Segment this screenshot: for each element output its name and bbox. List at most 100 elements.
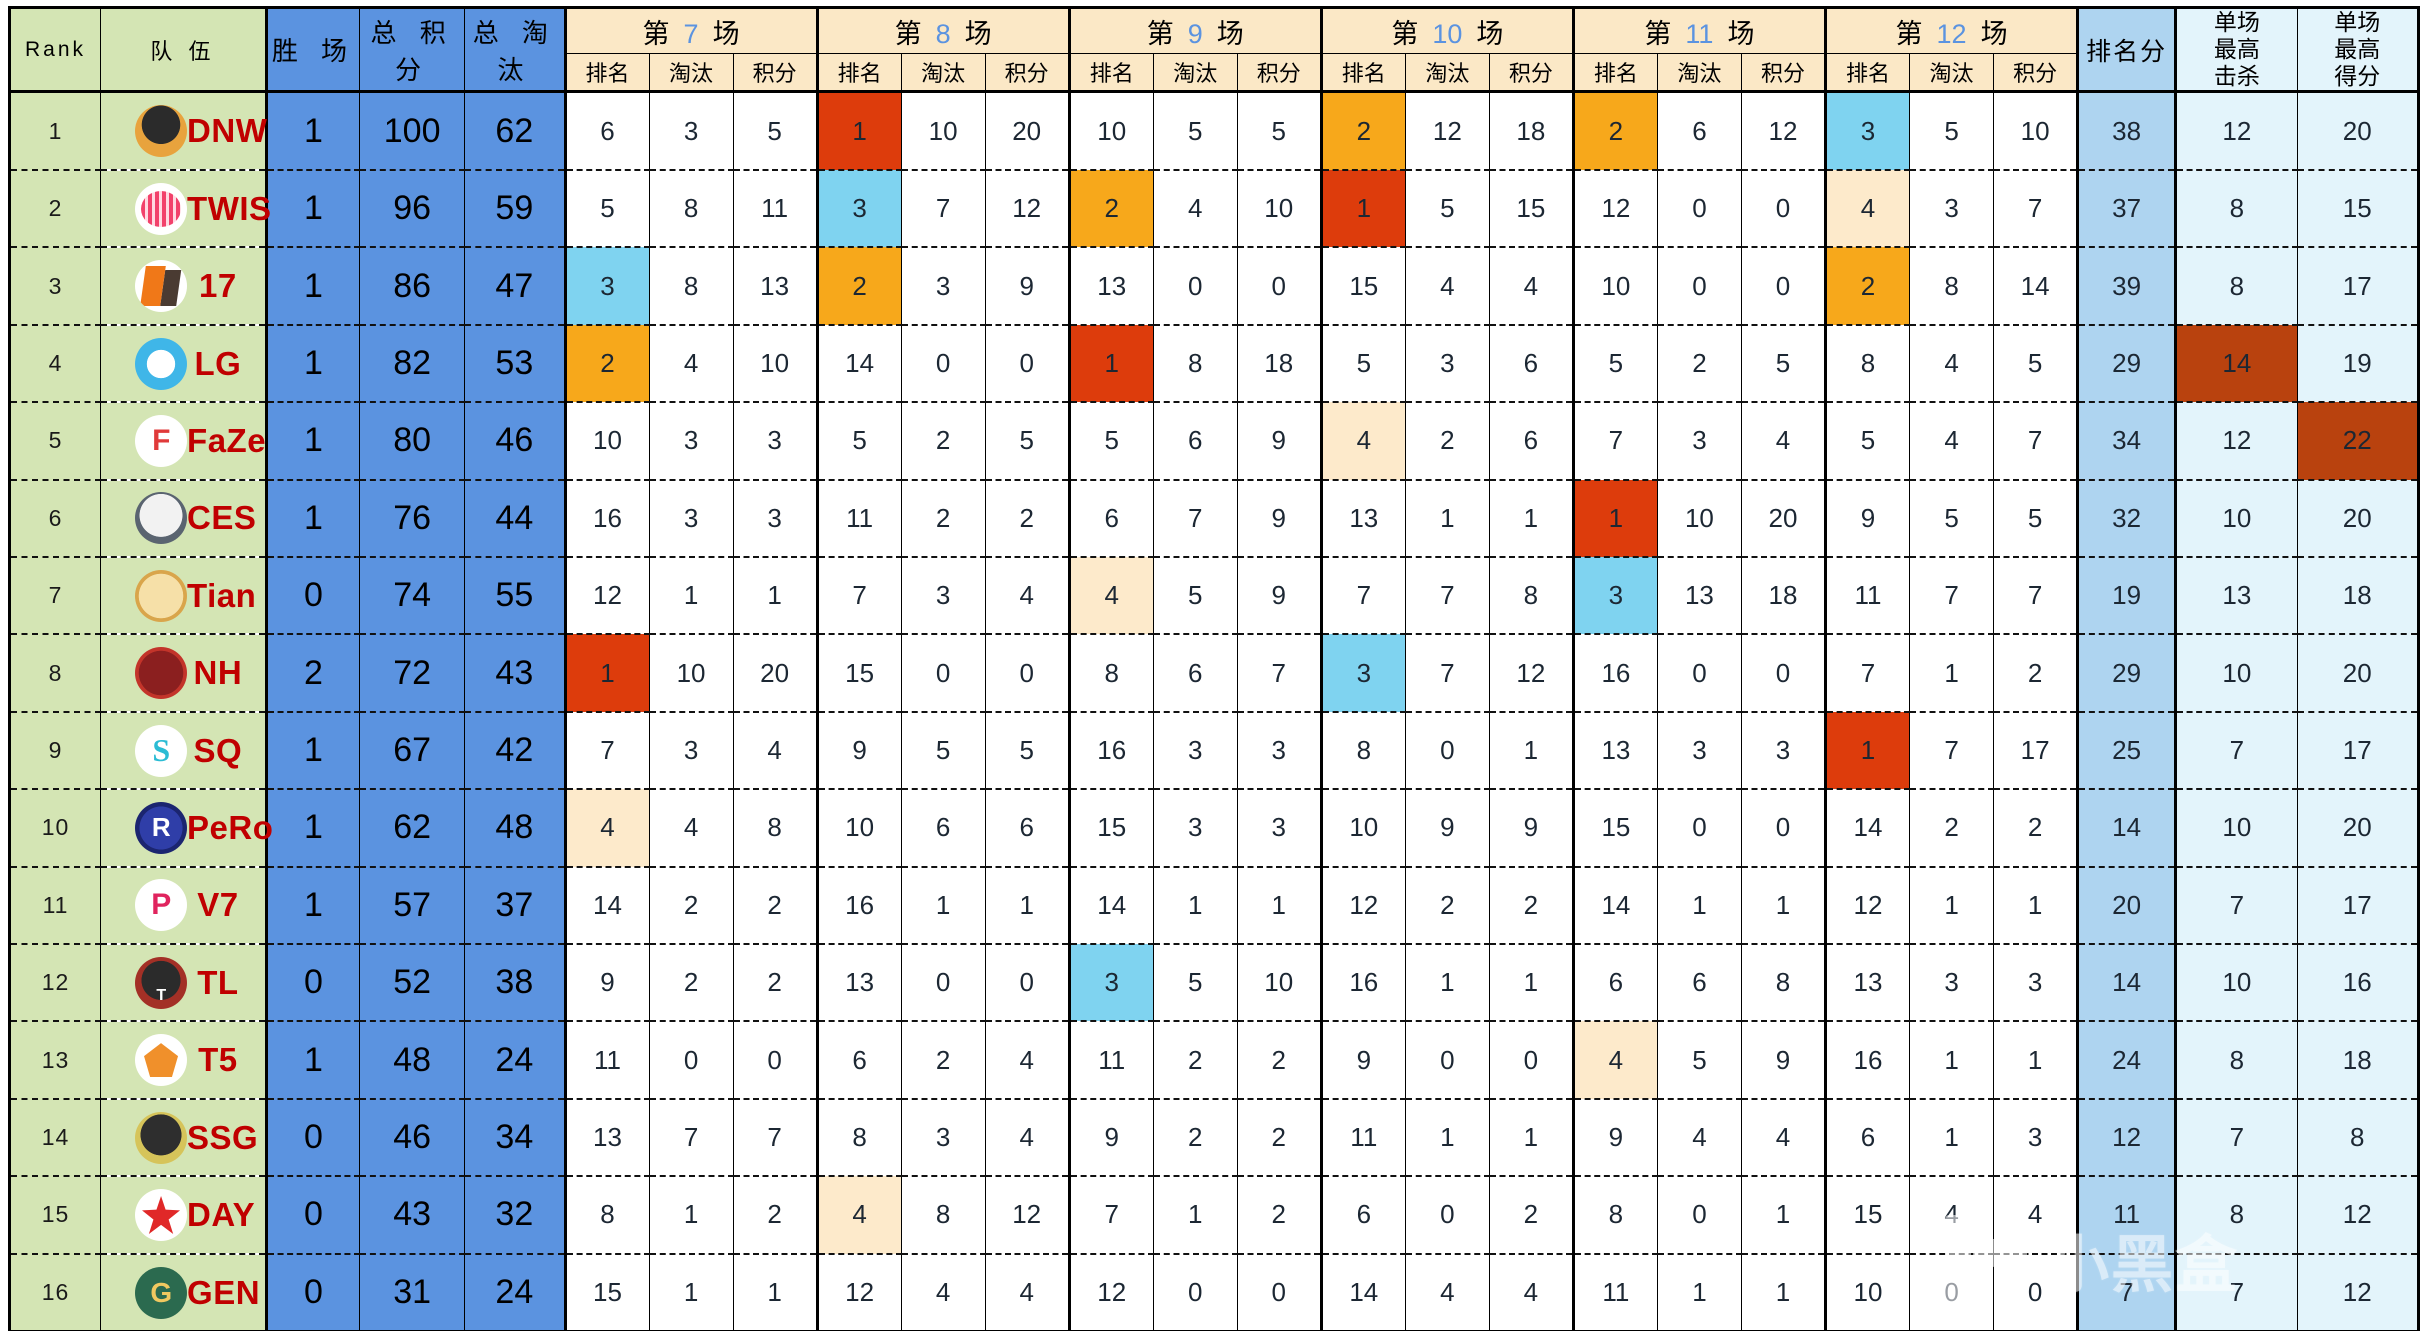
cell-match-10-place: 6 [1319,1175,1406,1255]
cell-rank-points: 34 [2076,401,2177,481]
table-row[interactable]: 3 17 1 86 47 3 8 13 2 3 9 13 0 0 15 4 4 10 0 0 2 8 14 39 8 17 [7,246,2421,326]
cell-match-9-place: 1 [1067,323,1154,404]
cell-total-points: 74 [359,556,466,636]
table-row[interactable]: 1 DNW 1 100 62 6 3 5 1 10 20 10 5 5 2 12 18 2 6 12 3 5 10 38 12 2… [7,90,2421,172]
cell-match-8-points: 12 [984,168,1070,249]
cell-match-7-points: 4 [732,710,818,791]
cell-match-7-elims: 8 [648,168,734,249]
cell-rank: 4 [7,323,102,404]
cell-team[interactable]: Tian [100,556,267,636]
team-logo-icon [135,337,188,390]
cell-match-7-points: 5 [732,90,818,172]
cell-team[interactable]: FaZe [100,401,267,481]
cell-match-12-elims: 3 [1909,168,1995,249]
team-logo-icon [135,492,188,545]
table-row[interactable]: 9SQ1674273495516338011333171725717 [7,710,2421,791]
table-row[interactable]: 15 DAY 0 43 32 8 1 2 4 8 12 7 1 2 6 0 2 8 0 1 15 4 4 11 8 12 [7,1175,2421,1255]
cell-match-11-place: 8 [1571,1175,1658,1255]
cell-match-9-elims: 5 [1152,943,1238,1023]
cell-match-10-points: 1 [1488,943,1574,1023]
cell-match-7-place: 2 [563,323,650,404]
cell-team[interactable]: NH [100,633,267,713]
cell-total-points: 52 [359,943,466,1023]
cell-match-12-place: 7 [1823,633,1911,713]
table-row[interactable]: 6 CES 1 76 44 16 3 3 11 2 2 6 7 9 13 1 1 1 10 20 9 5 5 32 10 20 [7,478,2421,559]
cell-rank: 12 [7,943,102,1023]
cell-match-9-elims: 3 [1152,710,1238,791]
cell-match-9-points: 18 [1236,323,1322,404]
table-row[interactable]: 2 TWIS 1 96 59 5 8 11 3 7 12 2 4 10 1 5 15 12 0 0 4 3 7 37 8 15 [7,168,2421,249]
cell-match-9-place: 13 [1067,246,1154,326]
cell-match-12-place: 14 [1823,788,1911,868]
table-row[interactable]: 4 LG 1 82 53 2 4 10 14 0 0 1 8 18 5 3 6 5 2 5 8 4 5 29 14 19 [7,323,2421,404]
table-row[interactable]: 7 Tian 0 74 55 12 1 1 7 3 4 4 5 9 7 7 8 3 13 18 11 7 7 19 13 18 [7,556,2421,636]
cell-total-elims: 59 [464,168,566,249]
cell-match-7-points: 20 [732,633,818,713]
cell-wins: 1 [264,323,361,404]
team-name: Tian [187,576,257,614]
cell-match-8-place: 7 [815,556,902,636]
cell-match-12-elims: 0 [1909,1252,1995,1331]
team-name: V7 [197,886,239,924]
cell-total-elims: 44 [464,478,566,559]
column-header-match-11-place: 排名 [1571,53,1658,94]
table-row[interactable]: 13 T5 1 48 24 11 0 0 6 2 4 11 2 2 9 0 0 4 5 9 16 1 1 24 8 18 [7,1020,2421,1100]
cell-team[interactable]: T5 [100,1020,267,1100]
cell-team[interactable]: PeRo [100,788,273,868]
table-row[interactable]: 16GEN031241511124412001444111110007712 [7,1252,2421,1331]
cell-team[interactable]: CES [100,478,267,559]
cell-match-8-points: 12 [984,1175,1070,1255]
cell-match-9-points: 2 [1236,1175,1322,1255]
column-header-rank-points: 排名分 [2076,5,2177,93]
cell-match-11-place: 7 [1571,401,1658,481]
cell-match-12-elims: 8 [1909,246,1995,326]
cell-match-8-points: 1 [984,865,1070,946]
cell-match-12-place: 10 [1823,1252,1911,1331]
cell-total-points: 46 [359,1097,466,1178]
cell-best-score: 16 [2296,943,2421,1023]
cell-match-9-points: 3 [1236,710,1322,791]
table-row[interactable]: 14 SSG 0 46 34 13 7 7 8 3 4 9 2 2 11 1 1 9 4 4 6 1 3 12 7 8 [7,1097,2421,1178]
cell-match-7-place: 13 [563,1097,650,1178]
table-row[interactable]: 8 NH 2 72 43 1 10 20 15 0 0 8 6 7 3 7 12 16 0 0 7 1 2 29 10 20 [7,633,2421,713]
cell-team[interactable]: TL [100,943,267,1023]
cell-best-score: 17 [2296,246,2421,326]
cell-match-8-place: 5 [815,401,902,481]
table-row[interactable]: 10PeRo1624844810661533109915001422141020 [7,788,2421,868]
cell-wins: 1 [264,478,361,559]
team-logo-icon [135,801,188,854]
table-row[interactable]: 12TL052389221300351016116681333141016 [7,943,2421,1023]
cell-team[interactable]: V7 [100,865,267,946]
cell-match-8-place: 15 [815,633,902,713]
cell-team[interactable]: LG [100,323,267,404]
cell-match-8-points: 4 [984,556,1070,636]
team-logo-icon [135,1266,188,1319]
cell-team[interactable]: TWIS [100,168,271,249]
cell-wins: 0 [264,556,361,636]
cell-team[interactable]: 17 [100,246,267,326]
team-name: DNW [187,112,268,150]
cell-team[interactable]: DAY [100,1175,267,1255]
cell-match-9-place: 11 [1067,1020,1154,1100]
cell-match-12-place: 8 [1823,323,1911,404]
cell-match-12-points: 5 [1993,323,2079,404]
column-header-match-9-place: 排名 [1067,53,1154,94]
cell-match-9-elims: 6 [1152,633,1238,713]
cell-match-9-place: 14 [1067,865,1154,946]
team-name: 17 [199,267,237,305]
cell-best-score: 18 [2296,556,2421,636]
cell-team[interactable]: SSG [100,1097,267,1178]
cell-match-8-elims: 4 [900,1252,986,1331]
team-logo-icon [135,1034,188,1087]
cell-match-12-elims: 5 [1909,90,1995,172]
cell-team[interactable]: SQ [100,710,267,791]
cell-team[interactable]: GEN [100,1252,267,1331]
cell-team[interactable]: DNW [100,90,267,172]
cell-best-score: 12 [2296,1252,2421,1331]
cell-wins: 1 [264,710,361,791]
cell-best-kills: 7 [2174,1252,2298,1331]
cell-total-elims: 53 [464,323,566,404]
table-row[interactable]: 5FaZe180461033525569426734547341222 [7,401,2421,481]
cell-match-7-elims: 4 [648,323,734,404]
table-row[interactable]: 11V71573714221611141112221411121120717 [7,865,2421,946]
